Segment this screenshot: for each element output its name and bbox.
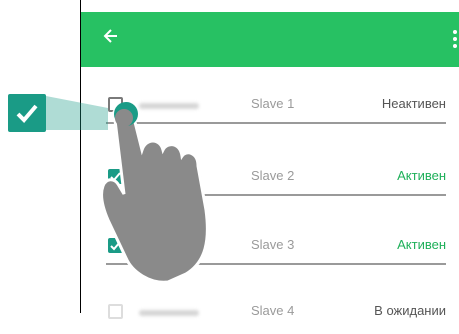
tap-hand-icon bbox=[100, 102, 209, 284]
